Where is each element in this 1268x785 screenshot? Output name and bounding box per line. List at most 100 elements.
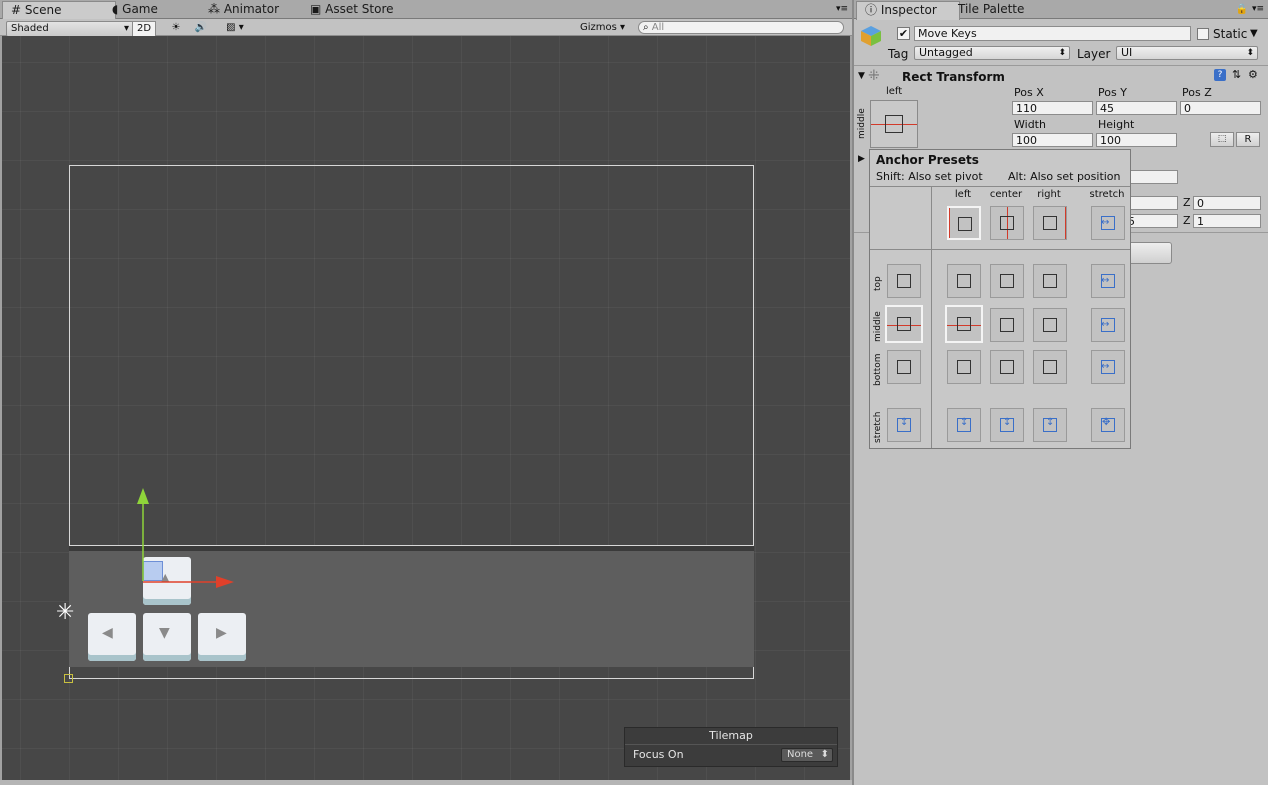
right-arrow-icon: ▶ [216, 625, 227, 641]
scale-y-input[interactable]: 5 [1124, 214, 1178, 228]
pos-y-input[interactable]: 45 [1096, 101, 1177, 115]
col-label-stretch: stretch [1089, 189, 1125, 200]
anchors-foldout-icon[interactable]: ▶ [858, 154, 865, 164]
audio-toggle-icon[interactable]: 🔊 [193, 21, 209, 35]
right-key[interactable]: ▶ [198, 613, 246, 661]
pivot-icon[interactable] [64, 674, 73, 683]
z-label: Z [1183, 196, 1191, 209]
popup-title: Anchor Presets [876, 153, 979, 167]
layer-label: Layer [1077, 47, 1111, 61]
help-icon[interactable]: ? [1214, 69, 1226, 81]
anchor-star-icon[interactable]: ✳ [56, 600, 74, 625]
anchor-preset-left-middle[interactable] [945, 305, 983, 343]
anchor-preset-left-bottom[interactable] [947, 350, 981, 384]
row-label-top: top [873, 276, 883, 291]
panel-menu-icon[interactable]: ▾≡ [836, 4, 848, 14]
dropdown-arrow-icon: ⬍ [820, 749, 829, 760]
scale-z-input[interactable]: 1 [1193, 214, 1261, 228]
pos-z-label: Pos Z [1182, 86, 1212, 99]
tilemap-title: Tilemap [625, 728, 837, 745]
layer-dropdown[interactable]: UI [1116, 46, 1258, 60]
anchor-preset-stretch-stretch[interactable]: ✥ [1091, 408, 1125, 442]
y-axis-arrow-icon[interactable] [137, 488, 149, 504]
anchor-preset-center-stretch[interactable]: ↕ [990, 408, 1024, 442]
stretch-v-icon: ↕ [900, 417, 909, 428]
static-dropdown-icon[interactable]: ▼ [1250, 28, 1258, 39]
mode-2d-toggle[interactable]: 2D [132, 21, 156, 37]
static-checkbox[interactable] [1197, 28, 1209, 40]
anchor-preset-right-stretch[interactable]: ↕ [1033, 408, 1067, 442]
anchor-preset-stretch-bottom[interactable]: ↔ [1091, 350, 1125, 384]
anchor-preset-center-middle[interactable] [990, 308, 1024, 342]
tab-scene[interactable]: # Scene [2, 1, 116, 20]
anchor-preset-right-none[interactable] [1033, 206, 1067, 240]
pos-z-input[interactable]: 0 [1180, 101, 1261, 115]
stretch-v-icon: ↕ [1046, 417, 1055, 428]
anchor-preset-right-middle[interactable] [1033, 308, 1067, 342]
scene-viewport[interactable]: ▲ ◀ ▼ ▶ ✳ Tilemap Focus On None ⬍ [2, 36, 850, 780]
settings-gear-icon[interactable]: ⚙ [1248, 68, 1258, 81]
preset-rect [1000, 274, 1014, 288]
anchor-preset-right-bottom[interactable] [1033, 350, 1067, 384]
x-axis-arrow-icon[interactable] [216, 576, 234, 588]
active-checkbox[interactable]: ✔ [897, 27, 910, 40]
preset-rect [1000, 318, 1014, 332]
hidden-field[interactable] [1124, 170, 1178, 184]
foldout-arrow-icon[interactable]: ▼ [858, 71, 865, 81]
static-label: Static [1213, 27, 1248, 41]
anchor-preset-none-stretch[interactable]: ↕ [887, 408, 921, 442]
preset-icon[interactable]: ⇅ [1232, 68, 1241, 81]
effects-dropdown-icon[interactable]: ▨ ▾ [220, 21, 250, 35]
anchor-preset-center-top[interactable] [990, 264, 1024, 298]
anchor-preset-right-top[interactable] [1033, 264, 1067, 298]
preset-rect [957, 317, 971, 331]
col-label-center: center [989, 189, 1023, 200]
shading-mode-dropdown[interactable]: Shaded ▾ [6, 21, 134, 37]
blueprint-mode-button[interactable]: ⬚ [1210, 132, 1234, 147]
tab-tile-palette[interactable]: Tile Palette [950, 1, 1032, 18]
gameobject-name-input[interactable]: Move Keys [914, 26, 1191, 41]
stretch-h-icon: ↔ [1101, 217, 1110, 228]
hidden-field[interactable] [1124, 196, 1178, 210]
anchor-presets-popup: Anchor Presets Shift: Also set pivot Alt… [869, 149, 1131, 449]
panel-menu-icon[interactable]: ▾≡ [1252, 4, 1264, 14]
anchor-preset-none-middle[interactable] [885, 305, 923, 343]
row-label-middle: middle [873, 311, 883, 342]
move-gizmo[interactable] [122, 486, 242, 596]
anchor-preset-center-bottom[interactable] [990, 350, 1024, 384]
raw-edit-button[interactable]: R [1236, 132, 1260, 147]
gizmos-dropdown[interactable]: Gizmos ▾ [580, 21, 628, 35]
scene-tab-strip: # Scene ◖ Game ⁂ Animator ▣ Asset Store … [0, 0, 852, 20]
tab-game[interactable]: ◖ Game [104, 1, 166, 18]
anchor-preset-stretch-middle[interactable]: ↔ [1091, 308, 1125, 342]
anchor-preset-stretch-none[interactable]: ↔ [1091, 206, 1125, 240]
anchor-preset-button[interactable] [870, 100, 918, 148]
grid-icon: # [11, 3, 22, 17]
width-label: Width [1014, 118, 1046, 131]
focus-on-dropdown[interactable]: None ⬍ [781, 748, 833, 762]
width-input[interactable]: 100 [1012, 133, 1093, 147]
rotation-z-input[interactable]: 0 [1193, 196, 1261, 210]
add-component-button[interactable] [1124, 242, 1172, 264]
anchor-preset-left-stretch[interactable]: ↕ [947, 408, 981, 442]
z-label: Z [1183, 214, 1191, 227]
anchor-preset-none-bottom[interactable] [887, 350, 921, 384]
lock-icon[interactable]: 🔒 [1236, 4, 1248, 15]
anchor-preset-center-none[interactable] [990, 206, 1024, 240]
height-input[interactable]: 100 [1096, 133, 1177, 147]
anchor-preset-left-top[interactable] [947, 264, 981, 298]
down-key[interactable]: ▼ [143, 613, 191, 661]
anchor-preset-left-none[interactable] [947, 206, 981, 240]
lighting-toggle-icon[interactable]: ☀ [168, 21, 184, 35]
anchor-preset-stretch-top[interactable]: ↔ [1091, 264, 1125, 298]
preset-rect [897, 317, 911, 331]
pos-x-input[interactable]: 110 [1012, 101, 1093, 115]
tilemap-overlay: Tilemap Focus On None ⬍ [624, 727, 838, 767]
tab-animator[interactable]: ⁂ Animator [200, 1, 287, 18]
left-key[interactable]: ◀ [88, 613, 136, 661]
scene-search-input[interactable]: ⌕ All [638, 21, 844, 34]
anchor-preset-none-top[interactable] [887, 264, 921, 298]
tab-asset-store[interactable]: ▣ Asset Store [302, 1, 402, 18]
tag-dropdown[interactable]: Untagged [914, 46, 1070, 60]
tab-inspector[interactable]: ⓘ Inspector [856, 1, 960, 20]
